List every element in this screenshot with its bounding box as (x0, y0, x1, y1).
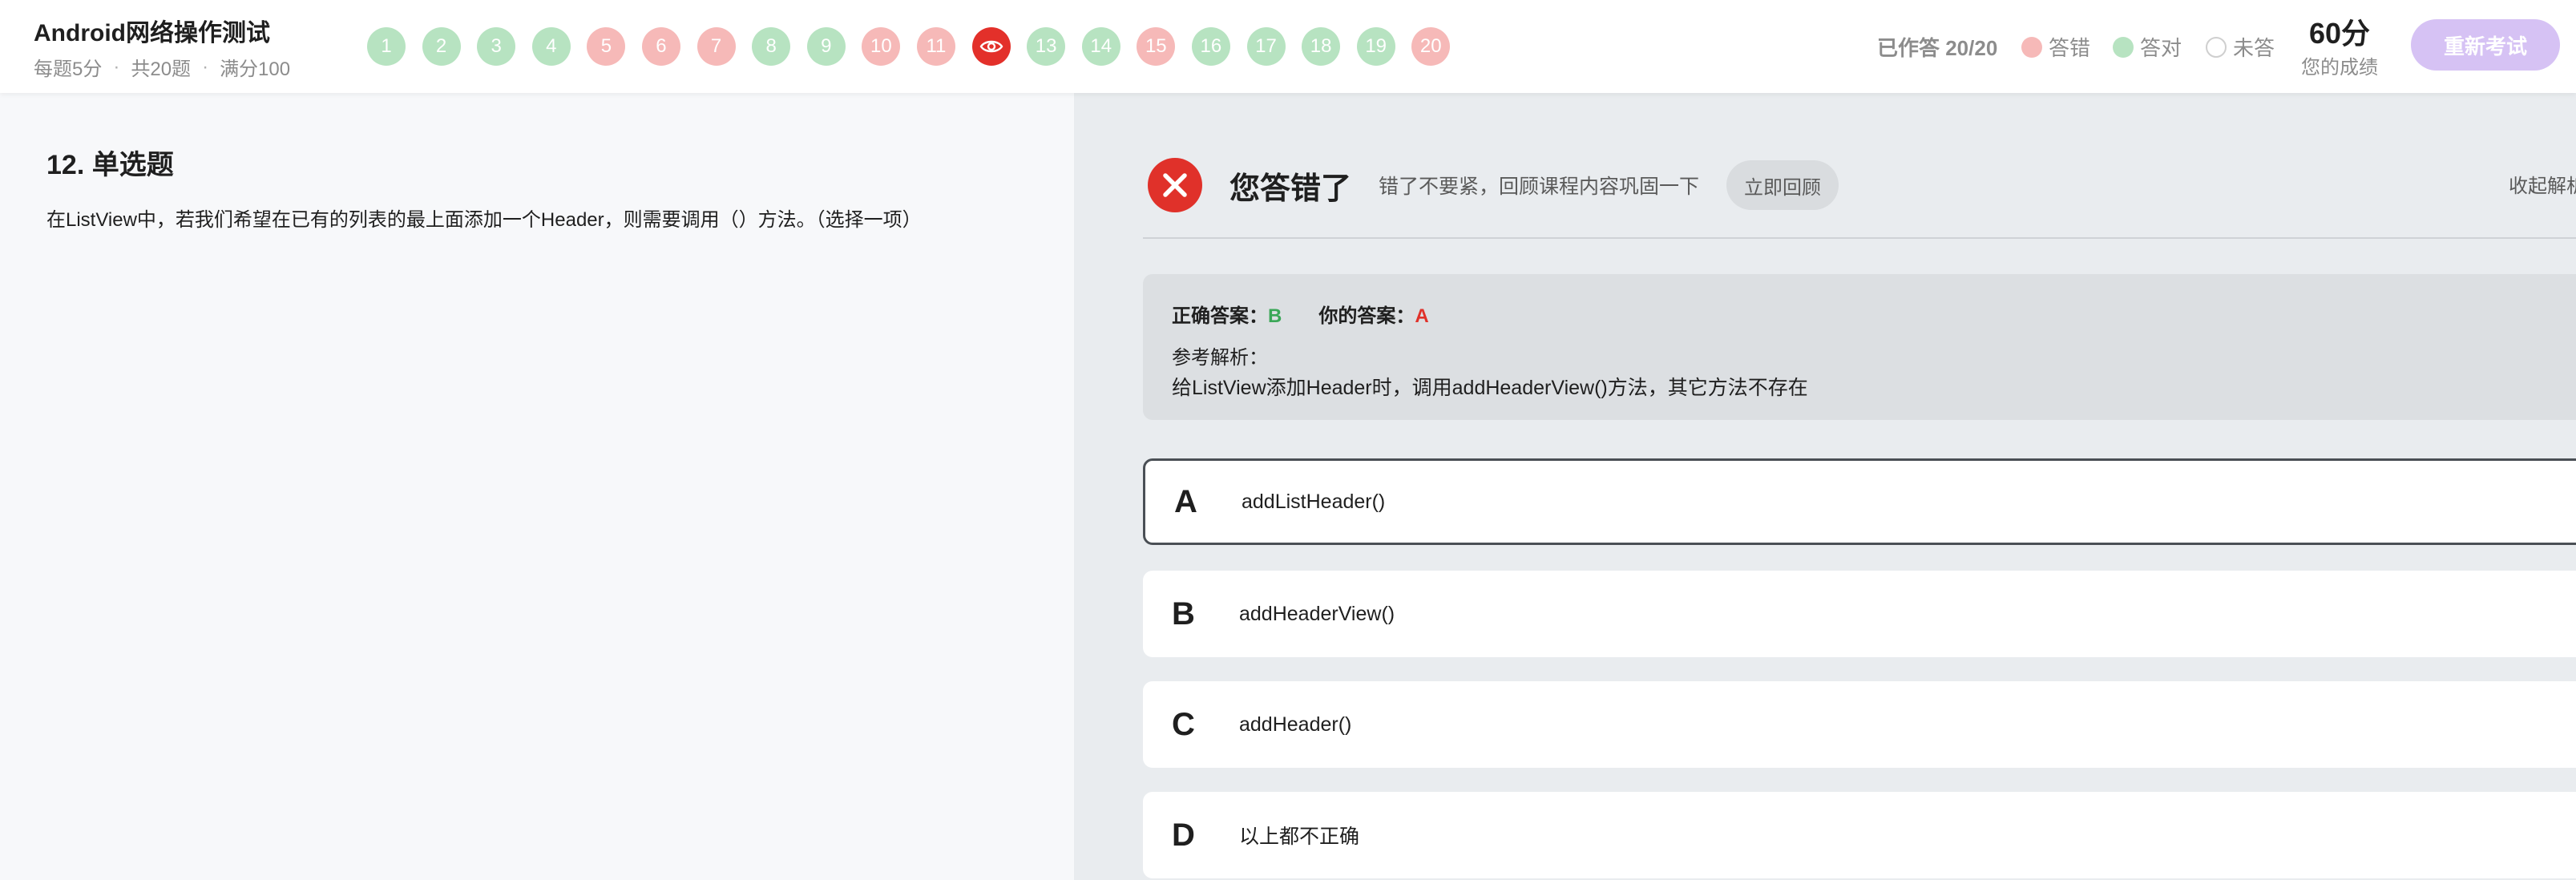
question-navigator: 1 2 3 4 5 6 7 8 9 10 11 13 14 15 16 17 18 19 20 (367, 27, 1451, 66)
correct-answer-value: B (1268, 305, 1282, 327)
question-nav-13[interactable]: 13 (1027, 27, 1066, 66)
question-nav-11[interactable]: 11 (916, 27, 955, 66)
question-nav-19[interactable]: 19 (1356, 27, 1395, 66)
analysis-box: 正确答案：B 你的答案：A 参考解析： 给ListView添加Header时，调… (1143, 274, 2576, 420)
question-nav-15[interactable]: 15 (1137, 27, 1176, 66)
legend-unanswered: 未答 (2206, 32, 2275, 62)
option-text: addHeaderView() (1239, 602, 1395, 625)
total-score: 满分100 (220, 59, 291, 80)
question-nav-18[interactable]: 18 (1302, 27, 1341, 66)
result-title: 您答错了 (1229, 172, 1352, 206)
question-nav-5[interactable]: 5 (587, 27, 626, 66)
legend-wrong: 答错 (2021, 32, 2090, 62)
question-nav-14[interactable]: 14 (1081, 27, 1120, 66)
legend-correct-label: 答对 (2140, 36, 2182, 60)
answer-line: 正确答案：B 你的答案：A (1172, 300, 1429, 328)
title-block: Android网络操作测试 每题5分 · 共20题 · 满分100 (34, 19, 290, 81)
reference-label: 参考解析： (1172, 347, 1268, 369)
question-nav-4[interactable]: 4 (531, 27, 571, 66)
top-bar: Android网络操作测试 每题5分 · 共20题 · 满分100 123456… (0, 0, 2576, 93)
option-a[interactable]: A addListHeader() (1143, 458, 2576, 545)
reference-text: 给ListView添加Header时，调用addHeaderView()方法，其… (1172, 377, 1808, 399)
question-nav-1[interactable]: 1 (367, 27, 406, 66)
option-text: addListHeader() (1242, 490, 1386, 513)
question-count: 共20题 (131, 59, 192, 80)
question-nav-20[interactable]: 20 (1411, 27, 1451, 66)
collapse-analysis-link[interactable]: 收起解析 (2509, 170, 2576, 198)
divider (1143, 237, 2576, 239)
option-b[interactable]: B addHeaderView() (1143, 571, 2576, 657)
option-c[interactable]: C addHeader() (1143, 681, 2576, 768)
legend-wrong-label: 答错 (2049, 36, 2091, 60)
question-nav-9[interactable]: 9 (806, 27, 846, 66)
question-nav-current[interactable] (971, 27, 1011, 66)
score-label: 您的成绩 (2301, 57, 2378, 79)
result-subtitle: 错了不要紧，回顾课程内容巩固一下 (1379, 176, 1700, 198)
question-nav-3[interactable]: 3 (477, 27, 516, 66)
correct-answer: 正确答案：B (1172, 300, 1282, 328)
meta-separator: · (202, 55, 209, 78)
option-letter: B (1172, 595, 1195, 632)
question-nav-16[interactable]: 16 (1191, 27, 1230, 66)
result-row: 您答错了 错了不要紧，回顾课程内容巩固一下 立即回顾 (1148, 157, 1839, 213)
option-text: addHeader() (1239, 712, 1352, 736)
question-nav-2[interactable]: 2 (422, 27, 461, 66)
legend-unanswered-label: 未答 (2233, 36, 2275, 60)
option-letter: A (1174, 483, 1197, 519)
points-per-question: 每题5分 (34, 59, 103, 80)
score-value: 60分 (2308, 17, 2371, 50)
exam-title: Android网络操作测试 (34, 20, 270, 46)
question-text: 在ListView中，若我们希望在已有的列表的最上面添加一个Header，则需要… (46, 209, 922, 231)
review-button[interactable]: 立即回顾 (1726, 160, 1839, 210)
question-pane: 12. 单选题 在ListView中，若我们希望在已有的列表的最上面添加一个He… (0, 93, 1074, 880)
exam-meta: 每题5分 · 共20题 · 满分100 (34, 53, 290, 81)
score-block: 60分 您的成绩 (2295, 18, 2384, 79)
correct-swatch (2113, 36, 2134, 58)
meta-separator: · (113, 55, 120, 78)
your-answer: 你的答案：A (1318, 300, 1428, 328)
question-nav-7[interactable]: 7 (696, 27, 736, 66)
option-text: 以上都不正确 (1239, 826, 1360, 848)
question-heading: 12. 单选题 (46, 150, 174, 180)
your-answer-label: 你的答案： (1318, 305, 1415, 327)
wrong-swatch (2021, 36, 2042, 58)
answer-pane: 您答错了 错了不要紧，回顾课程内容巩固一下 立即回顾 收起解析 正确答案：B 你… (1074, 93, 2576, 880)
your-answer-value: A (1415, 305, 1429, 327)
correct-answer-label: 正确答案： (1172, 305, 1268, 327)
option-letter: D (1172, 817, 1195, 853)
question-nav-17[interactable]: 17 (1246, 27, 1286, 66)
retake-button[interactable]: 重新考试 (2411, 19, 2560, 71)
unanswered-swatch (2206, 36, 2227, 58)
legend-correct: 答对 (2113, 32, 2182, 62)
question-nav-10[interactable]: 10 (862, 27, 901, 66)
eye-icon (979, 40, 1003, 53)
wrong-x-icon (1148, 158, 1202, 212)
option-d[interactable]: D 以上都不正确 (1143, 792, 2576, 878)
question-nav-8[interactable]: 8 (752, 27, 791, 66)
option-letter: C (1172, 706, 1195, 742)
question-nav-6[interactable]: 6 (641, 27, 680, 66)
answered-count: 已作答 20/20 (1877, 36, 1998, 60)
